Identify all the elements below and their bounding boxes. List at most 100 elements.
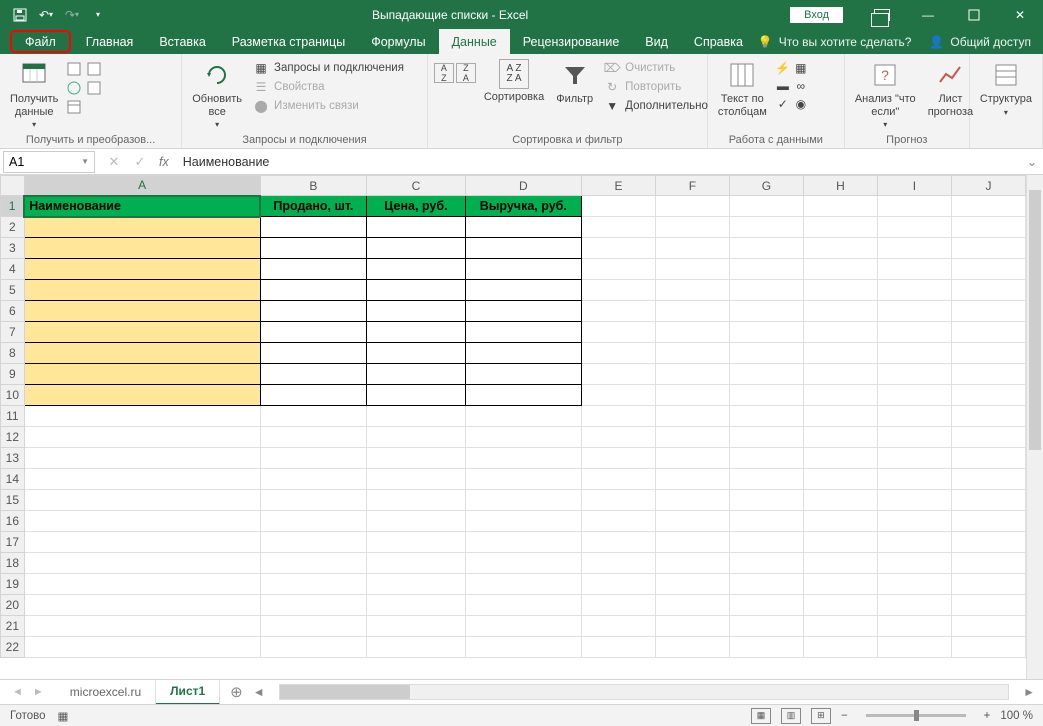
cell[interactable] (367, 217, 465, 238)
maximize-button[interactable] (951, 0, 997, 29)
remove-dup-icon[interactable]: ▬ (775, 78, 791, 94)
add-sheet-button[interactable]: ⊕ (220, 683, 253, 701)
zoom-out-button[interactable]: − (841, 710, 848, 722)
cell[interactable] (951, 448, 1025, 469)
row-header[interactable]: 7 (1, 322, 25, 343)
col-header[interactable]: B (260, 176, 367, 196)
cell[interactable] (951, 280, 1025, 301)
tab-home[interactable]: Главная (73, 29, 147, 54)
row-header[interactable]: 2 (1, 217, 25, 238)
cell[interactable] (951, 385, 1025, 406)
tab-data[interactable]: Данные (439, 29, 510, 54)
cell[interactable] (260, 343, 367, 364)
sheet-nav-next-icon[interactable]: ► (33, 686, 44, 698)
cell[interactable] (951, 259, 1025, 280)
normal-view-button[interactable]: ▦ (751, 708, 771, 724)
from-text-icon[interactable] (66, 61, 82, 77)
undo-icon[interactable]: ↶▾ (34, 3, 58, 27)
cell[interactable] (951, 616, 1025, 637)
cell[interactable] (24, 616, 260, 637)
cell[interactable] (24, 364, 260, 385)
tab-file[interactable]: Файл (10, 30, 71, 53)
cell[interactable] (367, 322, 465, 343)
cell[interactable] (655, 406, 729, 427)
cell[interactable] (803, 406, 877, 427)
cell[interactable] (951, 427, 1025, 448)
cell[interactable] (582, 259, 656, 280)
save-icon[interactable] (8, 3, 32, 27)
cell[interactable] (367, 490, 465, 511)
cell[interactable] (951, 406, 1025, 427)
row-header[interactable]: 5 (1, 280, 25, 301)
cell[interactable] (877, 238, 951, 259)
cell[interactable] (877, 385, 951, 406)
what-if-button[interactable]: ? Анализ "что если"▾ (851, 57, 920, 131)
cell[interactable] (655, 280, 729, 301)
cell[interactable] (260, 448, 367, 469)
cell[interactable] (465, 532, 581, 553)
cell[interactable] (260, 385, 367, 406)
cell[interactable] (729, 511, 803, 532)
cell[interactable] (465, 238, 581, 259)
ribbon-display-icon[interactable] (874, 9, 890, 21)
cell[interactable] (582, 406, 656, 427)
cell[interactable] (24, 448, 260, 469)
cell[interactable] (465, 343, 581, 364)
page-break-view-button[interactable]: ⊞ (811, 708, 831, 724)
row-header[interactable]: 6 (1, 301, 25, 322)
advanced-filter-button[interactable]: ▼Дополнительно (601, 97, 711, 115)
cell[interactable] (803, 322, 877, 343)
cell[interactable] (655, 532, 729, 553)
cell[interactable] (951, 238, 1025, 259)
cell[interactable] (951, 574, 1025, 595)
cell[interactable] (655, 427, 729, 448)
cell[interactable] (803, 238, 877, 259)
cell[interactable] (24, 385, 260, 406)
cell[interactable] (367, 280, 465, 301)
cell[interactable] (367, 364, 465, 385)
cell[interactable] (877, 532, 951, 553)
cell[interactable] (655, 595, 729, 616)
cell[interactable] (729, 532, 803, 553)
cell[interactable] (260, 616, 367, 637)
col-header[interactable]: D (465, 176, 581, 196)
vertical-scrollbar[interactable] (1026, 175, 1043, 679)
cell[interactable] (260, 553, 367, 574)
zoom-level[interactable]: 100 % (1000, 710, 1033, 722)
cell[interactable] (367, 259, 465, 280)
cell[interactable] (729, 280, 803, 301)
horizontal-scrollbar[interactable] (279, 684, 1009, 700)
cell[interactable] (260, 574, 367, 595)
manage-model-icon[interactable]: ◉ (793, 96, 809, 112)
outline-button[interactable]: Структура ▾ (976, 57, 1036, 119)
cell[interactable] (260, 637, 367, 658)
row-header[interactable]: 15 (1, 490, 25, 511)
cell[interactable] (260, 238, 367, 259)
cell[interactable] (465, 322, 581, 343)
cell[interactable] (582, 448, 656, 469)
cell[interactable] (877, 322, 951, 343)
cell[interactable] (655, 196, 729, 217)
cell[interactable] (582, 532, 656, 553)
cell[interactable] (465, 259, 581, 280)
cell[interactable] (24, 322, 260, 343)
cell[interactable] (367, 637, 465, 658)
tell-me[interactable]: 💡Что вы хотите сделать? (758, 35, 912, 49)
cell[interactable] (367, 448, 465, 469)
cell[interactable] (367, 574, 465, 595)
cell[interactable] (803, 364, 877, 385)
cell[interactable] (260, 259, 367, 280)
sheet-nav-prev-icon[interactable]: ◄ (12, 686, 23, 698)
cell[interactable] (877, 364, 951, 385)
cell[interactable] (729, 301, 803, 322)
from-table-icon[interactable] (66, 99, 82, 115)
cell[interactable] (729, 364, 803, 385)
cell[interactable] (582, 364, 656, 385)
row-header[interactable]: 9 (1, 364, 25, 385)
cell[interactable] (465, 616, 581, 637)
cell[interactable]: Цена, руб. (367, 196, 465, 217)
cell[interactable] (951, 343, 1025, 364)
cell[interactable] (803, 217, 877, 238)
cell[interactable] (582, 490, 656, 511)
cell[interactable] (729, 427, 803, 448)
